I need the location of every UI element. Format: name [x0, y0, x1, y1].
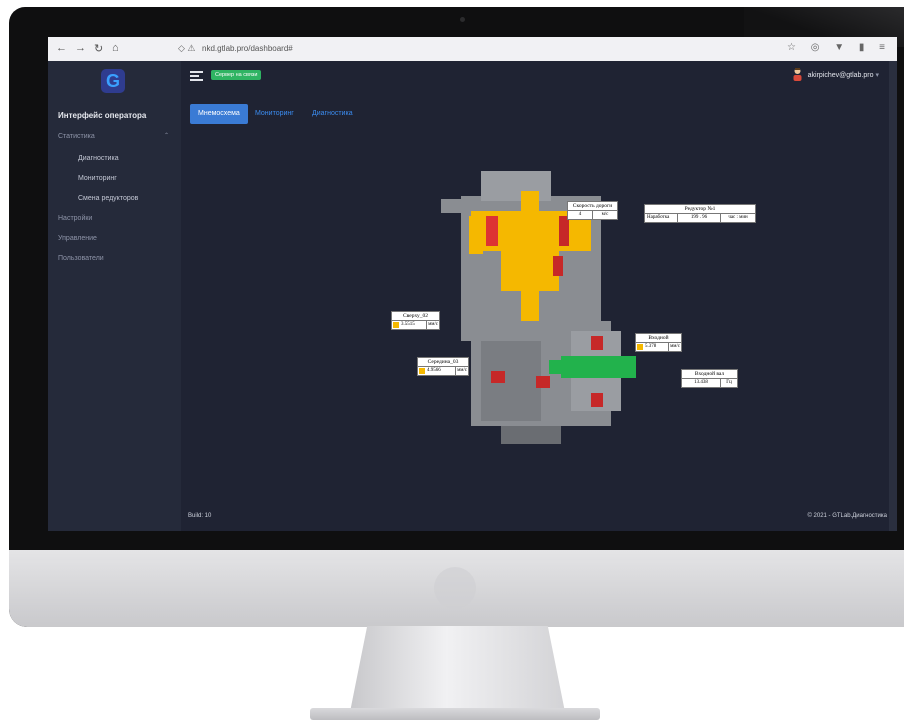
- top-sensor-value: 3.5515: [401, 322, 415, 327]
- apple-logo-icon: [434, 567, 476, 609]
- speed-value: 4: [578, 212, 582, 217]
- top-sensor-unit: мм/с: [426, 321, 438, 329]
- input-sensor-title: Входной: [636, 334, 681, 343]
- mid-sensor-title: Середина_03: [418, 358, 468, 367]
- sidebar-item-reducer-change[interactable]: Смена редукторов: [78, 195, 138, 202]
- browser-extension-icons[interactable]: ☆ ◎ ▼ ▮ ≡: [787, 42, 891, 53]
- sidebar: G Интерфейс оператора Статистика ⌃ Диагн…: [48, 61, 181, 531]
- monitor-stand: [350, 626, 565, 712]
- user-email: akirpichev@gtlab.pro: [807, 72, 874, 79]
- screen: ← → ↻ ⌂ ◇ ⚠ nkd.gtlab.pro/dashboard# ☆ ◎…: [48, 37, 897, 531]
- home-icon[interactable]: ⌂: [112, 42, 119, 54]
- camera: [460, 17, 465, 22]
- sidebar-title: Интерфейс оператора: [58, 111, 147, 120]
- sidebar-item-users[interactable]: Пользователи: [58, 255, 104, 262]
- reducer-value: 199 . 96: [677, 214, 720, 222]
- input-sensor-readout: Входной 5.378 мм/с: [635, 333, 682, 352]
- reducer-readout: Редуктор №1 Наработка 199 . 96 час : мин: [644, 204, 756, 223]
- menu-icon[interactable]: [190, 71, 203, 81]
- reducer-unit: час : мин: [720, 214, 755, 222]
- monitor-base: [310, 708, 600, 720]
- forward-icon[interactable]: →: [75, 42, 86, 54]
- browser-toolbar: ← → ↻ ⌂ ◇ ⚠ nkd.gtlab.pro/dashboard# ☆ ◎…: [48, 37, 897, 62]
- input-shaft-title: Входной вал: [682, 370, 737, 379]
- build-label: Build: 10: [188, 513, 212, 519]
- shield-icon: ◇ ⚠: [178, 43, 196, 53]
- mid-sensor-unit: мм/с: [455, 367, 467, 375]
- copyright: © 2021 - GTLab.Диагностика: [807, 513, 887, 519]
- top-sensor-title: Сверху_02: [392, 312, 439, 321]
- input-sensor-unit: мм/с: [668, 343, 680, 351]
- sidebar-item-monitoring[interactable]: Мониторинг: [78, 175, 117, 182]
- mid-sensor-readout: Середина_03 4.9566 мм/с: [417, 357, 469, 376]
- sidebar-item-diagnostics[interactable]: Диагностика: [78, 155, 119, 162]
- user-menu[interactable]: akirpichev@gtlab.pro ▾: [808, 71, 879, 79]
- main-content: Сервер на связи akirpichev@gtlab.pro ▾ М…: [181, 61, 897, 531]
- tab-diagnostics[interactable]: Диагностика: [304, 104, 361, 124]
- sidebar-item-management[interactable]: Управление: [58, 235, 97, 242]
- sidebar-item-settings[interactable]: Настройки: [58, 215, 92, 222]
- sensor-indicator: [419, 368, 425, 374]
- sidebar-item-statistics[interactable]: Статистика: [58, 133, 95, 140]
- scrollbar[interactable]: [889, 61, 897, 531]
- app-logo[interactable]: G: [101, 69, 125, 93]
- speed-readout: Скорость дороги 4 м/с: [567, 201, 618, 220]
- mid-sensor-value: 4.9566: [427, 368, 441, 373]
- reducer-label: Наработка: [647, 215, 670, 220]
- input-sensor-value: 5.378: [645, 344, 657, 349]
- tab-mnemo[interactable]: Мнемосхема: [190, 104, 248, 124]
- address-bar[interactable]: ◇ ⚠ nkd.gtlab.pro/dashboard#: [178, 41, 738, 57]
- chevron-down-icon: ▾: [875, 72, 879, 79]
- top-sensor-readout: Сверху_02 3.5515 мм/с: [391, 311, 440, 330]
- url-text: nkd.gtlab.pro/dashboard#: [202, 44, 293, 53]
- back-icon[interactable]: ←: [56, 42, 67, 54]
- sensor-indicator: [637, 344, 643, 350]
- speed-unit: м/с: [592, 211, 617, 219]
- tab-monitoring[interactable]: Мониторинг: [247, 104, 302, 124]
- input-shaft-unit: Гц: [720, 379, 737, 387]
- input-shaft-value: 13.438: [694, 380, 708, 385]
- chevron-up-icon[interactable]: ⌃: [164, 132, 169, 139]
- speed-title: Скорость дороги: [568, 202, 617, 211]
- reload-icon[interactable]: ↻: [94, 42, 103, 55]
- sensor-indicator: [393, 322, 399, 328]
- monitor-frame: ← → ↻ ⌂ ◇ ⚠ nkd.gtlab.pro/dashboard# ☆ ◎…: [9, 7, 904, 627]
- avatar[interactable]: [792, 67, 803, 81]
- reducer-title: Редуктор №1: [645, 205, 755, 214]
- input-shaft-readout: Входной вал 13.438 Гц: [681, 369, 738, 388]
- status-badge: Сервер на связи: [211, 70, 262, 80]
